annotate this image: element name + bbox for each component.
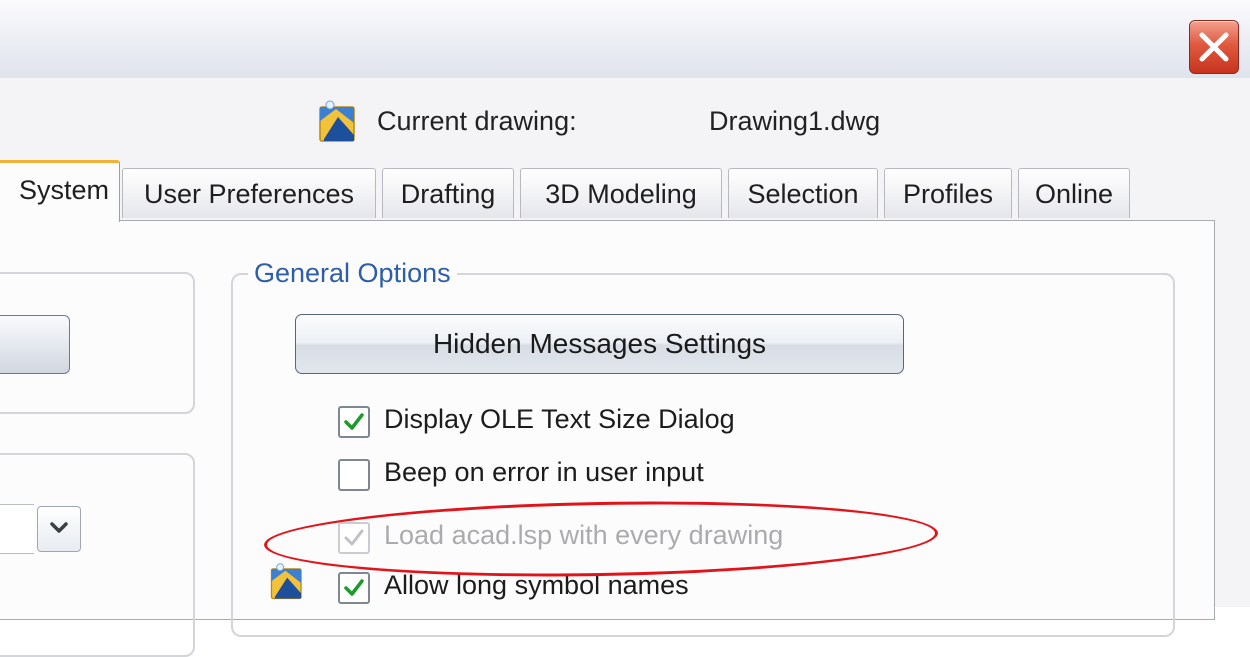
title-bar [0,0,1250,78]
left-group-button[interactable] [0,315,70,374]
left-combo-field[interactable] [0,504,34,554]
option-display-ole-text-size[interactable]: Display OLE Text Size Dialog [338,404,798,446]
tab-system[interactable]: System [0,160,120,222]
checkbox-display-ole[interactable] [338,406,370,438]
tab-selection[interactable]: Selection [728,168,878,218]
checkmark-icon [344,579,364,596]
general-options-legend: General Options [248,258,457,289]
checkbox-beep-on-error[interactable] [338,459,370,491]
chevron-down-icon [50,522,68,533]
tab-online[interactable]: Online [1018,168,1130,218]
drawing-icon [270,563,302,600]
current-drawing-value: Drawing1.dwg [709,106,881,136]
combo-dropdown-button[interactable] [37,506,81,552]
drawing-icon [319,100,355,142]
close-icon [1199,32,1229,62]
hidden-messages-settings-button[interactable]: Hidden Messages Settings [295,314,904,374]
left-group-box-2 [0,453,195,657]
checkbox-allow-long-symbol-names[interactable] [338,572,370,604]
option-label: Display OLE Text Size Dialog [384,404,735,434]
close-button[interactable] [1189,20,1239,74]
tab-3d-modeling[interactable]: 3D Modeling [520,168,722,218]
option-beep-on-error[interactable]: Beep on error in user input [338,457,798,499]
option-label: Beep on error in user input [384,457,704,487]
tab-user-preferences[interactable]: User Preferences [122,168,376,218]
tab-profiles[interactable]: Profiles [884,168,1012,218]
tab-drafting[interactable]: Drafting [382,168,514,218]
current-drawing-label: Current drawing: [377,106,577,136]
checkmark-icon [344,413,364,430]
